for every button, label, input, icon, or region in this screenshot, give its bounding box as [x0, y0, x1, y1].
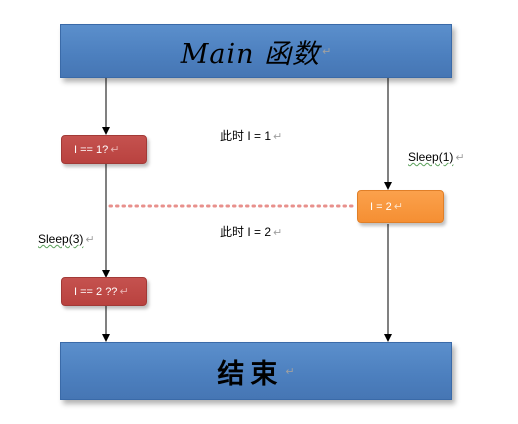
paragraph-mark-icon: ↵	[322, 44, 332, 58]
main-function-title: Main 函数	[180, 38, 321, 70]
paragraph-mark-icon: ↵	[273, 130, 283, 143]
sleep-1-label: Sleep(1) ↵	[408, 150, 465, 164]
check-i-equals-2-box: I == 2 ?? ↵	[61, 277, 147, 306]
check-i-equals-1-label: I == 1?	[74, 143, 109, 156]
assign-i-equals-2-label: I = 2	[370, 200, 392, 213]
state-i-equals-1-label: 此时 I = 1 ↵	[220, 129, 283, 143]
sleep-3-label: Sleep(3) ↵	[38, 232, 95, 246]
paragraph-mark-icon: ↵	[393, 200, 403, 213]
check-i-equals-2-label: I == 2 ??	[74, 285, 118, 298]
paragraph-mark-icon: ↵	[455, 151, 465, 164]
end-banner: 结束 ↵	[60, 342, 452, 400]
paragraph-mark-icon: ↵	[110, 143, 120, 156]
assign-i-equals-2-box: I = 2 ↵	[357, 190, 444, 223]
paragraph-mark-icon: ↵	[273, 226, 283, 239]
check-i-equals-1-box: I == 1? ↵	[61, 135, 147, 164]
paragraph-mark-icon: ↵	[85, 233, 95, 246]
end-title: 结束	[217, 358, 284, 390]
flow-diagram: Main 函数 ↵ I == 1? ↵ 此时 I = 1 ↵ Sleep(1) ↵ I …	[0, 0, 518, 424]
paragraph-mark-icon: ↵	[119, 285, 129, 298]
state-i-equals-2-label: 此时 I = 2 ↵	[220, 225, 283, 239]
main-function-banner: Main 函数 ↵	[60, 24, 452, 78]
paragraph-mark-icon: ↵	[285, 364, 295, 378]
